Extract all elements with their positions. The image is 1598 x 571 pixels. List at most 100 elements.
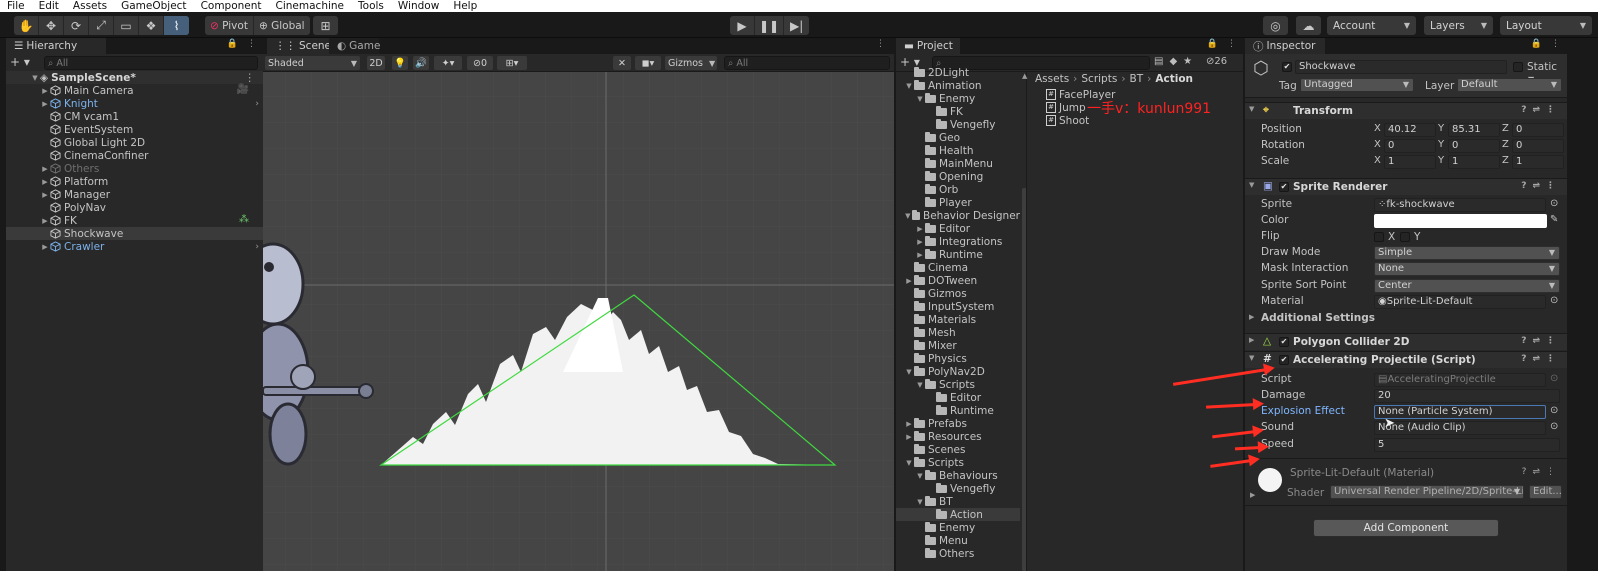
menu-item-edit[interactable]: Edit — [32, 0, 66, 12]
polygon-collider-enabled-checkbox[interactable]: ✔ — [1279, 337, 1289, 347]
material-field[interactable]: ◉Sprite-Lit-Default — [1374, 295, 1546, 309]
expand-arrow-icon[interactable]: ▼ — [904, 82, 914, 90]
edit-shader-button[interactable]: Edit... — [1529, 485, 1562, 499]
expand-arrow-icon[interactable]: ▶ — [915, 238, 925, 246]
audio-icon[interactable]: 🔊 — [413, 56, 429, 70]
position-y-input[interactable]: 85.31 — [1448, 123, 1500, 137]
menu-item-component[interactable]: Component — [194, 0, 269, 12]
explosion-effect-field[interactable]: None (Particle System) — [1374, 405, 1546, 419]
breadcrumb-item[interactable]: Scripts — [1081, 73, 1117, 85]
hierarchy-item[interactable]: ▶ Platform — [6, 175, 263, 188]
scene-row[interactable]: ▼ ◈ SampleScene* ⋮ — [6, 71, 263, 84]
tab-project[interactable]: ▬ Project — [896, 38, 960, 54]
hierarchy-item[interactable]: ▶ Others — [6, 162, 263, 175]
pivot-button[interactable]: ⊘ Pivot — [205, 16, 254, 35]
expand-arrow-icon[interactable]: ▶ — [1249, 313, 1254, 321]
hierarchy-item[interactable]: CM vcam1 — [6, 110, 263, 123]
project-folder-item[interactable]: ▼ Behaviours — [896, 469, 1020, 482]
expand-arrow-icon[interactable]: ▼ — [1249, 354, 1254, 362]
expand-arrow-icon[interactable]: ▼ — [915, 381, 925, 389]
collab-icon[interactable]: ◎ — [1263, 16, 1288, 35]
hand-tool-icon[interactable]: ✋ — [14, 16, 39, 35]
transform-header[interactable]: ▼ ⌖ Transform ?⇌⋮ — [1245, 102, 1567, 119]
sort-point-dropdown[interactable]: Center ▼ — [1374, 279, 1560, 293]
pause-icon[interactable]: ❚❚ — [755, 16, 785, 35]
speed-input[interactable]: 5 — [1374, 438, 1560, 452]
global-button[interactable]: ⊕ Global — [254, 16, 310, 35]
gizmos-dropdown[interactable]: Gizmos ▼ — [665, 56, 717, 70]
scale-x-input[interactable]: 1 — [1384, 155, 1436, 169]
project-folder-item[interactable]: Opening — [896, 170, 1020, 183]
tag-dropdown[interactable]: Untagged ▼ — [1300, 78, 1414, 92]
effects-icon[interactable]: ✦▾ — [434, 56, 462, 70]
polygon-collider-header[interactable]: ▶ △ ✔ Polygon Collider 2D ?⇌⋮ — [1245, 333, 1567, 350]
add-component-button[interactable]: Add Component — [1313, 519, 1499, 537]
project-folder-item[interactable]: Menu — [896, 534, 1020, 547]
chevron-right-icon[interactable]: › — [255, 99, 259, 109]
expand-arrow-icon[interactable]: ▶ — [915, 225, 925, 233]
project-folder-item[interactable]: ▼ Behavior Designer — [896, 209, 1020, 222]
toggle-2d-button[interactable]: 2D — [367, 56, 385, 70]
breadcrumb-item[interactable]: Assets — [1035, 73, 1069, 85]
project-folder-item[interactable]: Player — [896, 196, 1020, 209]
component-menu-icons[interactable]: ?⇌⋮ — [1521, 181, 1561, 191]
project-folder-item[interactable]: ▼ PolyNav2D — [896, 365, 1020, 378]
scene-viewport[interactable] — [263, 72, 894, 571]
component-menu-icons[interactable]: ?⇌⋮ — [1521, 336, 1561, 346]
tab-game[interactable]: ◐ Game — [329, 38, 380, 54]
scene-menu-icon[interactable]: ⋮ — [245, 72, 256, 84]
project-folder-item[interactable]: Orb — [896, 183, 1020, 196]
project-folder-item[interactable]: ▼ Animation — [896, 79, 1020, 92]
expand-arrow-icon[interactable]: ▼ — [915, 95, 925, 103]
create-plus-icon[interactable]: + ▾ — [10, 55, 30, 69]
menu-item-file[interactable]: File — [0, 0, 32, 12]
project-folder-item[interactable]: ▼ Scripts — [896, 456, 1020, 469]
component-menu-icons[interactable]: ?⇌⋮ — [1522, 467, 1561, 477]
panel-menu-icon[interactable]: 🔒 ⋮ — [1531, 39, 1563, 49]
rect-tool-icon[interactable]: ▭ — [114, 16, 139, 35]
transform-tool-icon[interactable]: ❖ — [139, 16, 164, 35]
project-folder-item[interactable]: ▶ Resources — [896, 430, 1020, 443]
menu-item-gameobject[interactable]: GameObject — [114, 0, 193, 12]
project-folder-item[interactable]: FK — [896, 105, 1020, 118]
object-name-field[interactable]: Shockwave — [1295, 60, 1507, 74]
expand-arrow-icon[interactable]: ▶ — [40, 217, 50, 225]
color-swatch[interactable] — [1374, 214, 1547, 228]
expand-arrow-icon[interactable]: ▶ — [40, 165, 50, 173]
layer-dropdown[interactable]: Default ▼ — [1457, 78, 1562, 92]
filter-icons[interactable]: ▤◆★ — [1154, 56, 1198, 67]
project-folder-item[interactable]: ▶ Runtime — [896, 248, 1020, 261]
hidden-packages-badge[interactable]: ⊘26 — [1206, 56, 1227, 67]
step-icon[interactable]: ▶| — [784, 16, 809, 35]
panel-menu-icon[interactable]: 🔒 ⋮ — [227, 39, 259, 49]
scale-tool-icon[interactable]: ⤢ — [89, 16, 114, 35]
accelerating-projectile-header[interactable]: ▼ # ✔ Accelerating Projectile (Script) ?… — [1245, 351, 1567, 368]
component-menu-icons[interactable]: ?⇌⋮ — [1521, 105, 1561, 115]
scroll-up-icon[interactable]: ▲ — [1022, 72, 1027, 80]
sprite-renderer-header[interactable]: ▼ ▣ ✔ Sprite Renderer ?⇌⋮ — [1245, 178, 1567, 195]
hierarchy-item[interactable]: ▶ Knight › — [6, 97, 263, 110]
project-folder-item[interactable]: Enemy — [896, 521, 1020, 534]
component-menu-icons[interactable]: ?⇌⋮ — [1521, 354, 1561, 364]
project-folder-item[interactable]: ▶ Prefabs — [896, 417, 1020, 430]
expand-arrow-icon[interactable]: ▶ — [40, 100, 50, 108]
expand-arrow-icon[interactable]: ▼ — [1249, 105, 1254, 113]
hierarchy-item[interactable]: EventSystem — [6, 123, 263, 136]
tab-scene[interactable]: ⋮⋮ Scene — [267, 38, 331, 54]
play-icon[interactable]: ▶ — [730, 16, 755, 35]
breadcrumb-item[interactable]: Action — [1155, 73, 1193, 85]
rotation-x-input[interactable]: 0 — [1384, 139, 1436, 153]
camera-icon[interactable]: ◼▾ — [635, 56, 661, 70]
project-folder-item[interactable]: Gizmos — [896, 287, 1020, 300]
expand-arrow-icon[interactable]: ▶ — [1249, 336, 1254, 344]
expand-arrow-icon[interactable]: ▼ — [30, 74, 40, 82]
project-folder-item[interactable]: Vengefly — [896, 482, 1020, 495]
project-folder-item[interactable]: Materials — [896, 313, 1020, 326]
project-folder-item[interactable]: Physics — [896, 352, 1020, 365]
expand-arrow-icon[interactable]: ▶ — [915, 251, 925, 259]
expand-arrow-icon[interactable]: ▶ — [1250, 491, 1255, 499]
eyedropper-icon[interactable]: ✎ — [1550, 214, 1558, 225]
sprite-renderer-enabled-checkbox[interactable]: ✔ — [1279, 182, 1289, 192]
mask-dropdown[interactable]: None ▼ — [1374, 262, 1560, 276]
expand-arrow-icon[interactable]: ▼ — [915, 498, 925, 506]
